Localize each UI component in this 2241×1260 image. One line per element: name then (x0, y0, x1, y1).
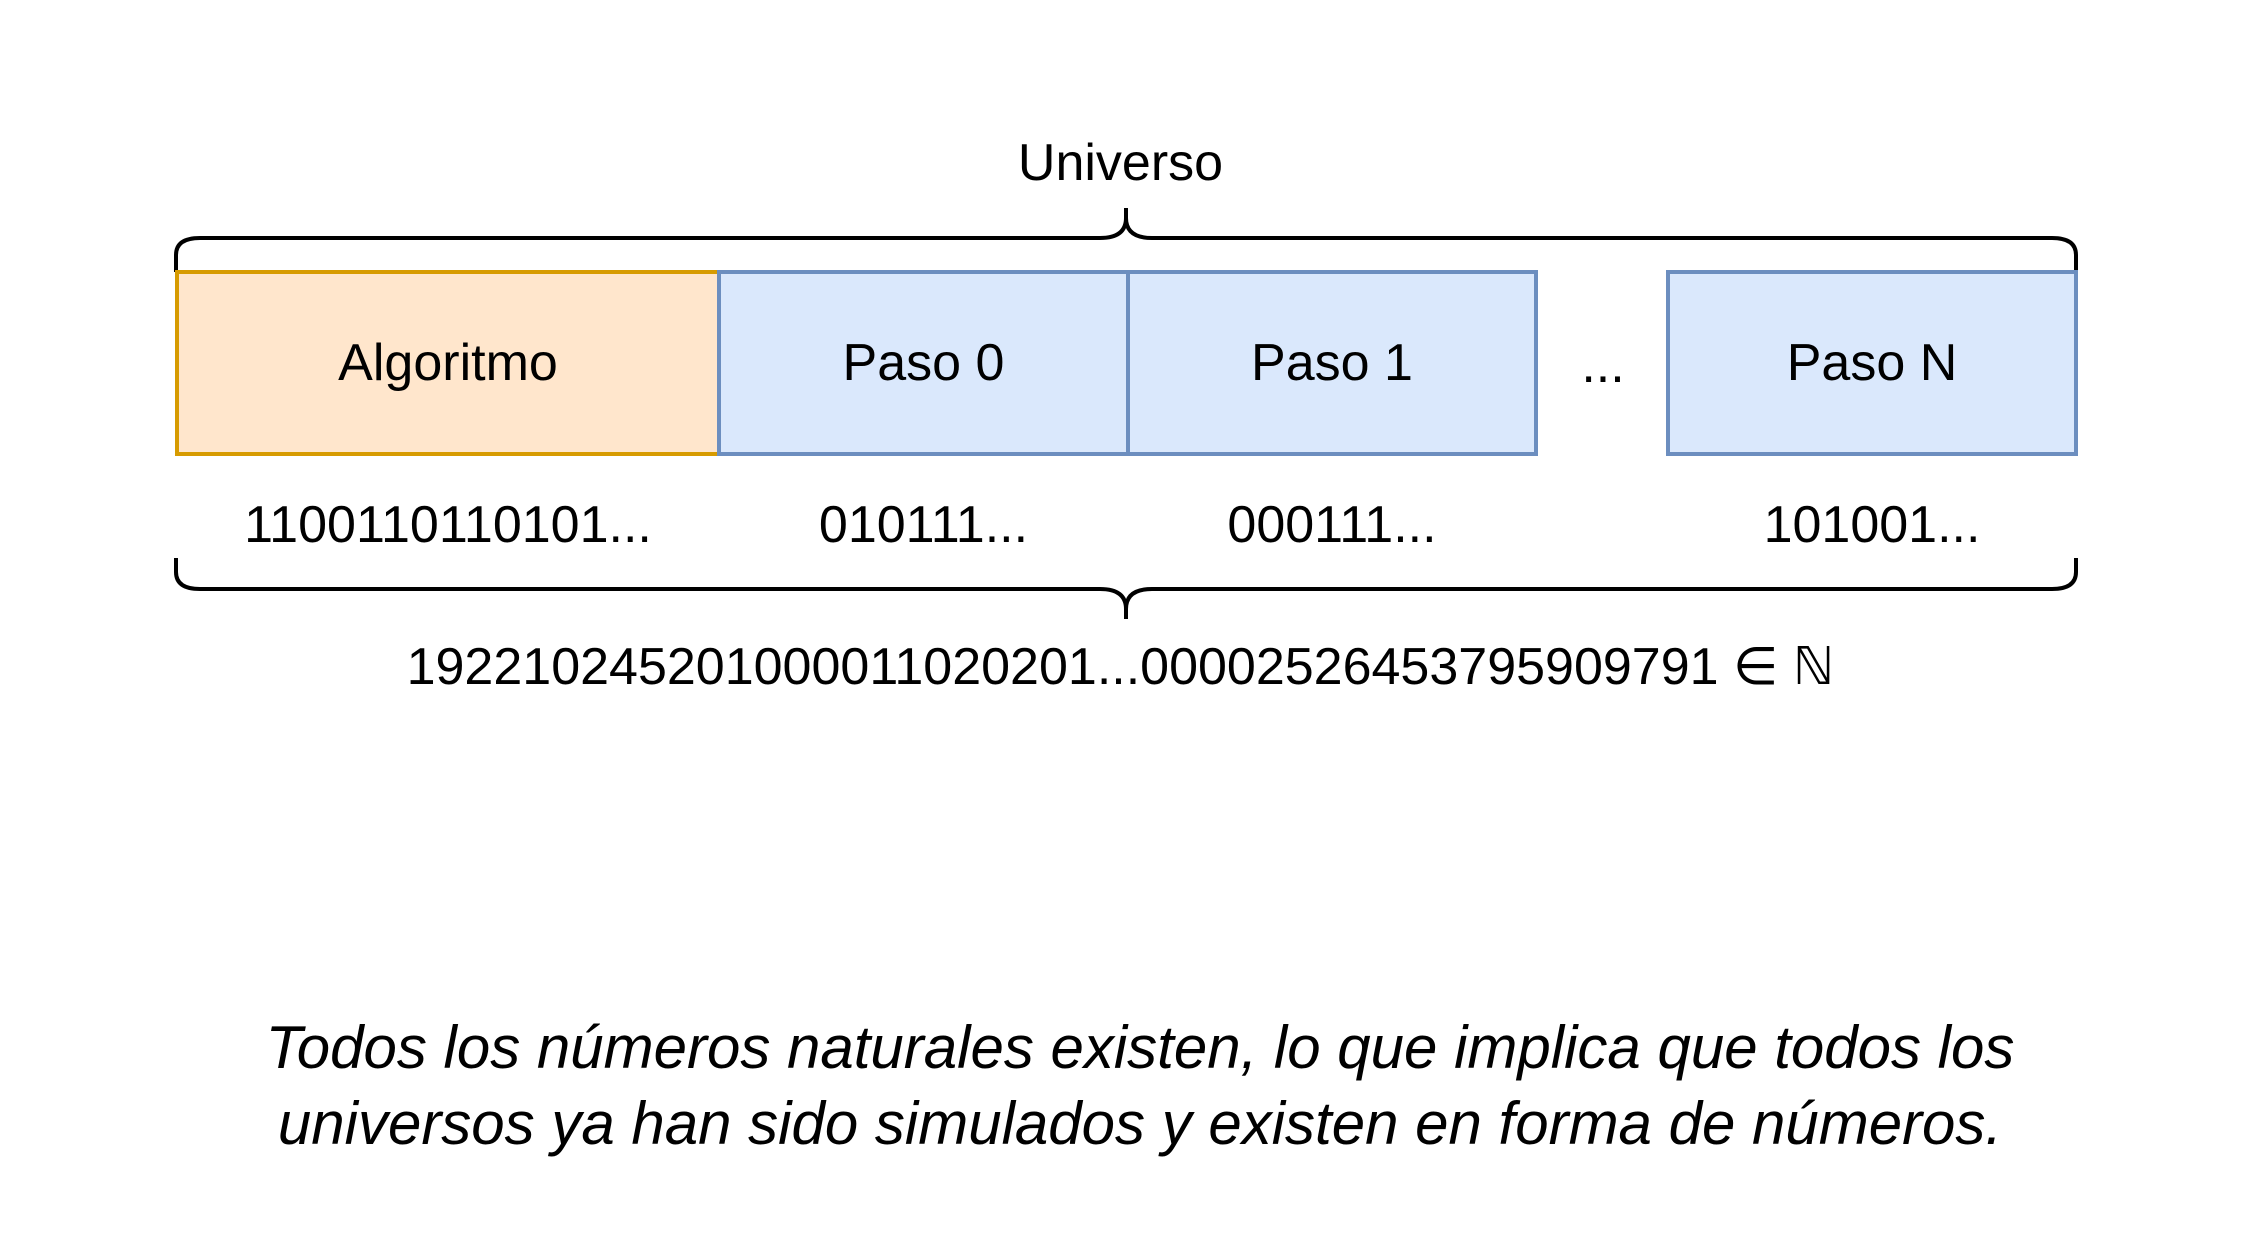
step-1-box: Paso 1 (1126, 270, 1538, 456)
step-0-box: Paso 0 (717, 270, 1130, 456)
step-n-bits: 101001... (1763, 496, 1981, 554)
bottom-brace (174, 558, 2078, 619)
step-1-label: Paso 1 (1251, 334, 1413, 392)
step-0-bits: 010111... (818, 496, 1029, 554)
algorithm-label: Algoritmo (338, 334, 558, 392)
natural-number: 1922102452010000110202​01...000025264537… (406, 638, 1835, 696)
steps-ellipsis: ... (1581, 336, 1625, 394)
step-0-label: Paso 0 (842, 334, 1005, 392)
caption: Todos los números naturales existen, lo … (120, 1010, 2160, 1162)
step-n-label: Paso N (1786, 334, 1958, 392)
top-brace (174, 208, 2078, 272)
caption-line-1: Todos los números naturales existen, lo … (265, 1014, 2015, 1081)
step-1-bits: 000111... (1227, 496, 1437, 554)
universe-title: Universo (1017, 134, 1224, 192)
caption-line-2: universos ya han sido simulados y existe… (277, 1090, 2003, 1157)
algorithm-bits: 1100110110101... (244, 496, 652, 554)
step-n-box: Paso N (1666, 270, 2078, 456)
algorithm-box: Algoritmo (175, 270, 721, 456)
